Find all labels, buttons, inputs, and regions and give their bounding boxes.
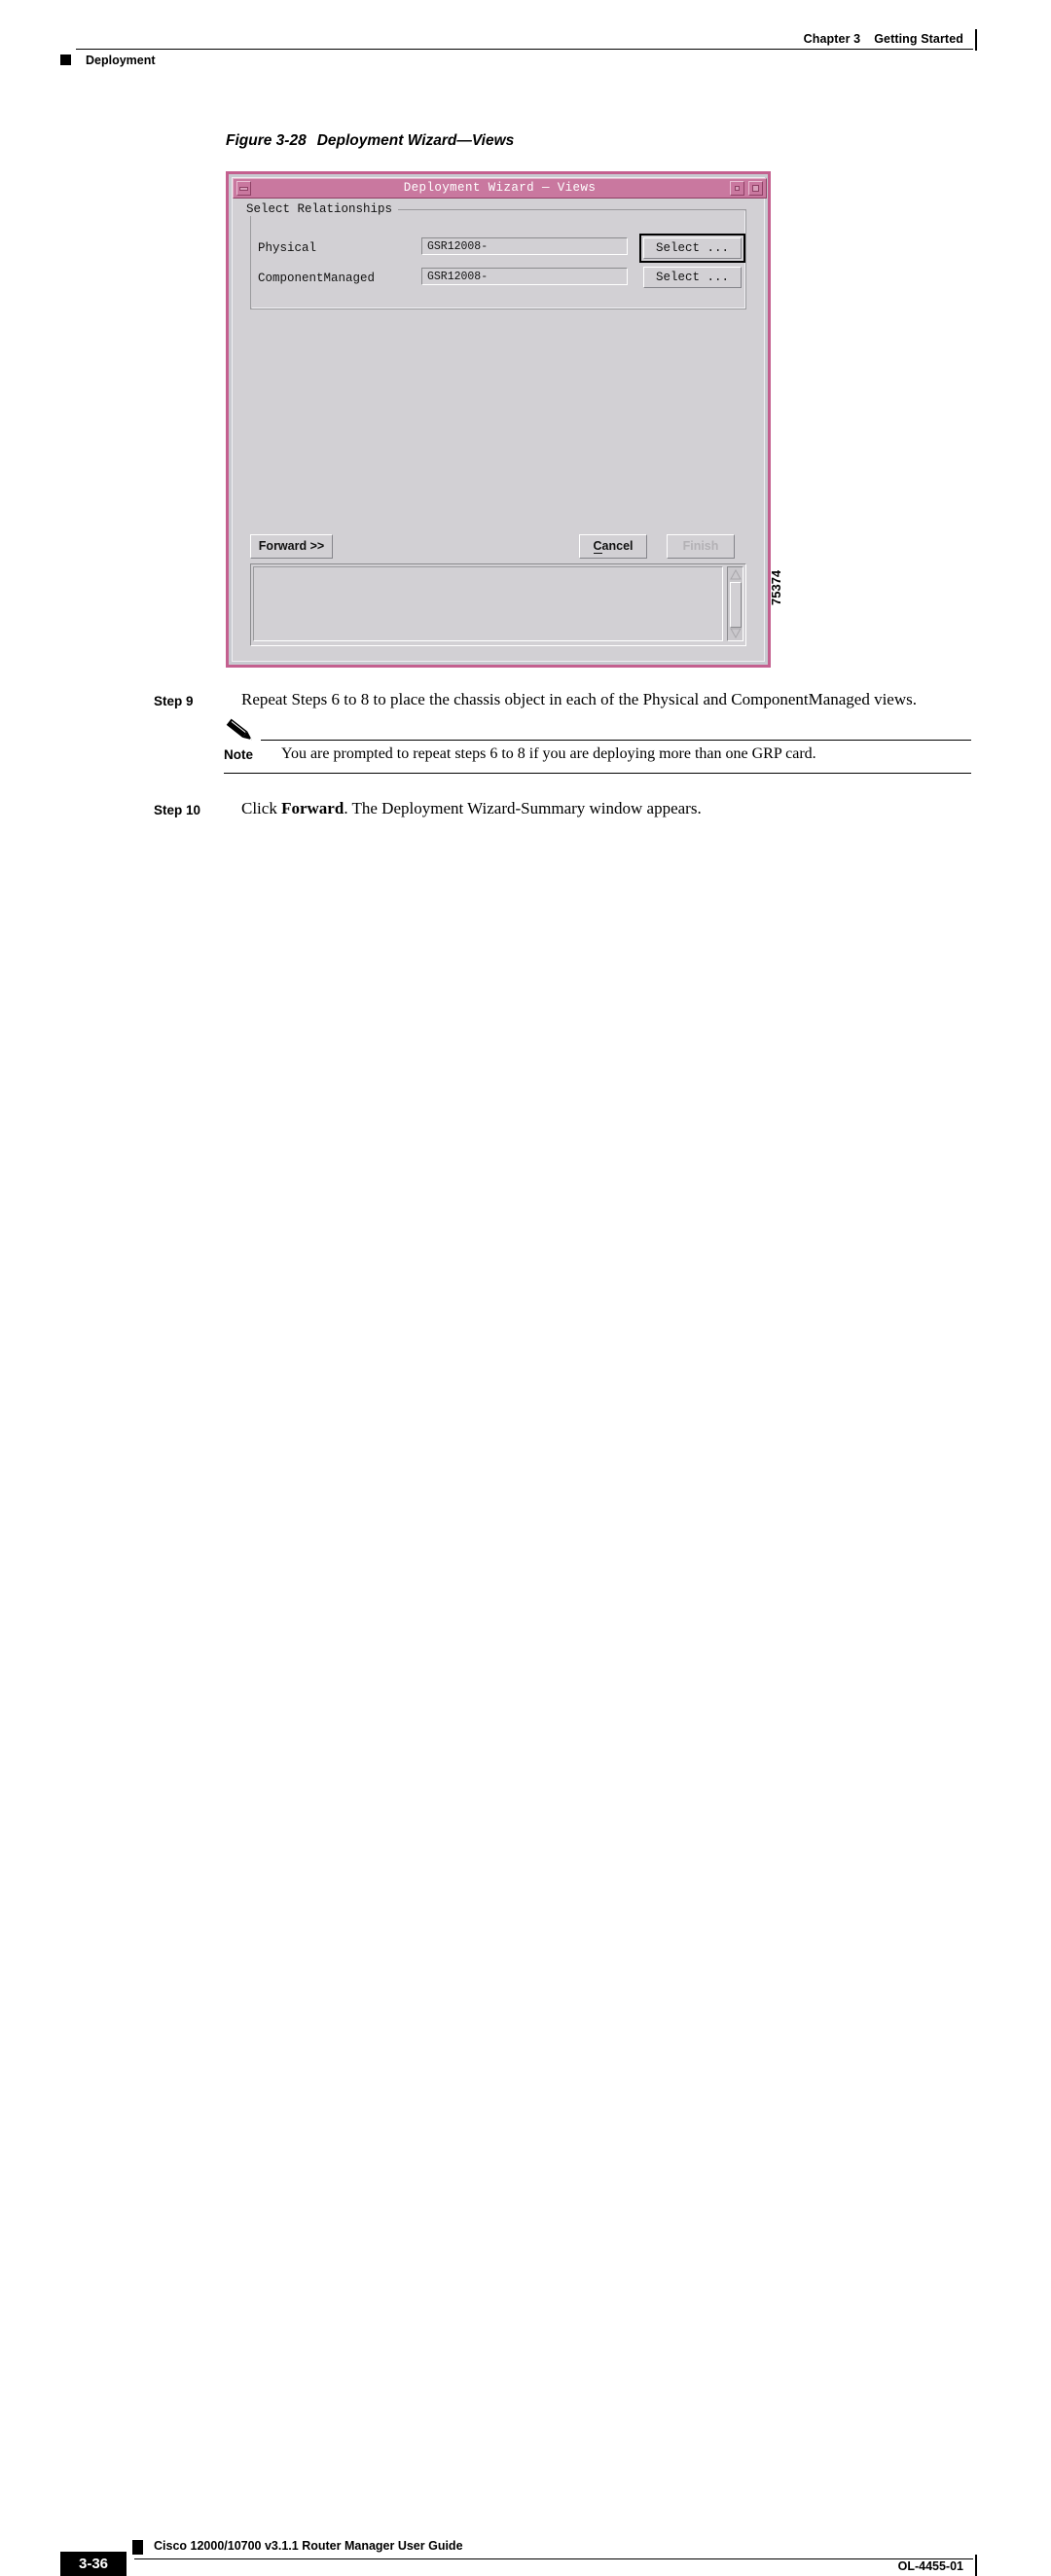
page-header: Chapter 3 Getting Started Deployment bbox=[0, 0, 1051, 82]
header-chapter-title: Getting Started bbox=[874, 32, 963, 46]
note-top-rule bbox=[261, 740, 971, 741]
footer-bullet-square bbox=[132, 2540, 143, 2555]
note-bottom-rule bbox=[224, 773, 971, 774]
output-vertical-scrollbar[interactable] bbox=[727, 566, 743, 641]
note-label: Note bbox=[224, 747, 253, 762]
step-10-label: Step 10 bbox=[154, 803, 201, 817]
header-edge-tick bbox=[975, 29, 977, 51]
output-text-inner bbox=[253, 566, 723, 641]
header-section-title: Deployment bbox=[86, 54, 156, 67]
componentmanaged-select-button[interactable]: Select ... bbox=[643, 267, 742, 288]
step-9-label: Step 9 bbox=[154, 694, 194, 708]
footer-doc-id: OL-4455-01 bbox=[897, 2559, 963, 2573]
step-10-text: Click Forward. The Deployment Wizard-Sum… bbox=[241, 798, 1051, 819]
header-chapter-info: Chapter 3 Getting Started bbox=[804, 32, 963, 46]
header-bullet-square bbox=[60, 54, 71, 65]
page-footer: Cisco 12000/10700 v3.1.1 Router Manager … bbox=[0, 1262, 1051, 2576]
window-restore-icon[interactable] bbox=[748, 181, 763, 196]
forward-button[interactable]: Forward >> bbox=[250, 534, 333, 559]
window-maximize-icon[interactable] bbox=[730, 181, 744, 196]
cancel-accel: C bbox=[593, 539, 602, 554]
window-title: Deployment Wizard — Views bbox=[403, 181, 597, 195]
cancel-button[interactable]: Cancel bbox=[579, 534, 647, 559]
step-10-prefix: Click bbox=[241, 799, 282, 817]
figure-caption: Figure 3-28 Deployment Wizard—Views bbox=[226, 132, 514, 150]
step-9-text: Repeat Steps 6 to 8 to place the chassis… bbox=[241, 690, 917, 708]
note-text: You are prompted to repeat steps 6 to 8 … bbox=[281, 745, 816, 762]
scroll-up-arrow-icon[interactable] bbox=[730, 569, 742, 580]
output-text-area[interactable] bbox=[250, 563, 746, 646]
footer-page-number: 3-36 bbox=[60, 2552, 127, 2576]
scrollbar-thumb[interactable] bbox=[730, 582, 742, 628]
pencil-icon bbox=[224, 718, 257, 744]
componentmanaged-label: ComponentManaged bbox=[258, 272, 376, 285]
select-relationships-legend: Select Relationships bbox=[240, 202, 399, 216]
window-titlebar[interactable]: Deployment Wizard — Views bbox=[233, 178, 767, 199]
physical-select-button[interactable]: Select ... bbox=[643, 237, 742, 259]
finish-button[interactable]: Finish bbox=[667, 534, 735, 559]
header-chapter-number: Chapter 3 bbox=[803, 32, 861, 46]
step-10-bold: Forward bbox=[281, 799, 344, 817]
note-block: Note You are prompted to repeat steps 6 … bbox=[154, 718, 971, 777]
physical-label: Physical bbox=[258, 241, 317, 255]
step-10-suffix: . The Deployment Wizard-Summary window a… bbox=[344, 799, 702, 817]
figure-screenshot: Deployment Wizard — Views Select Relatio… bbox=[226, 171, 771, 668]
figure-title: Deployment Wizard—Views bbox=[316, 132, 515, 149]
footer-edge-tick bbox=[975, 2555, 977, 2576]
header-rule bbox=[76, 49, 973, 50]
footer-book-title: Cisco 12000/10700 v3.1.1 Router Manager … bbox=[154, 2539, 463, 2553]
figure-number: Figure 3-28 bbox=[226, 132, 307, 149]
deployment-wizard-window: Deployment Wizard — Views Select Relatio… bbox=[226, 171, 771, 668]
scroll-down-arrow-icon[interactable] bbox=[730, 628, 742, 638]
componentmanaged-field[interactable]: GSR12008- bbox=[421, 268, 628, 285]
physical-field[interactable]: GSR12008- bbox=[421, 237, 628, 255]
cancel-rest: ancel bbox=[601, 539, 634, 553]
figure-graphic-id: 75374 bbox=[769, 569, 783, 605]
footer-rule bbox=[134, 2558, 973, 2559]
